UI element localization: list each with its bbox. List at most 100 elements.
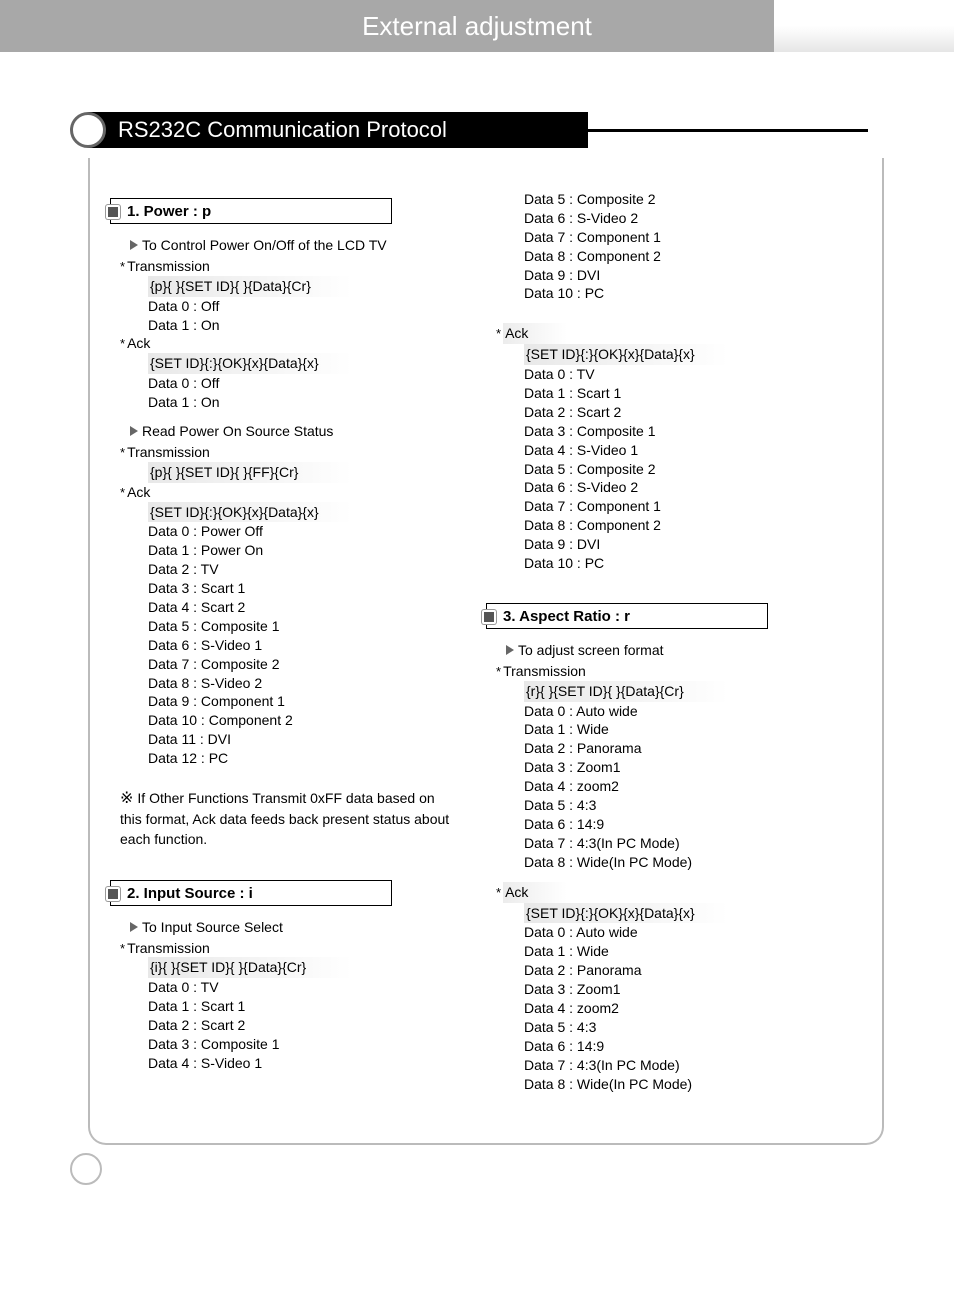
data-line: Data 8 : Wide(In PC Mode) <box>524 1075 842 1094</box>
data-line: Data 1 : On <box>148 393 466 412</box>
data-line: Data 8 : S-Video 2 <box>148 674 466 693</box>
cmd-bullet-icon <box>482 610 496 624</box>
data-line: Data 9 : DVI <box>524 266 842 285</box>
data-line: Data 2 : Panorama <box>524 739 842 758</box>
cmd-header-aspect: 3. Aspect Ratio : r <box>486 603 768 629</box>
data-line: Data 7 : 4:3(In PC Mode) <box>524 834 842 853</box>
data-line: Data 5 : Composite 2 <box>524 190 842 209</box>
cmd-header-input: 2. Input Source : i <box>110 880 392 906</box>
transmission-label: *Transmission <box>120 257 466 276</box>
cmd-desc: To Input Source Select <box>130 918 466 937</box>
data-line: Data 4 : S-Video 1 <box>148 1054 466 1073</box>
footnote: ※If Other Functions Transmit 0xFF data b… <box>120 788 456 850</box>
data-line: Data 12 : PC <box>148 749 466 768</box>
ack-label: *Ack <box>120 483 466 502</box>
right-column: Data 5 : Composite 2 Data 6 : S-Video 2 … <box>486 198 862 1103</box>
data-line: Data 4 : zoom2 <box>524 999 842 1018</box>
data-line: Data 2 : Panorama <box>524 961 842 980</box>
triangle-icon <box>130 922 138 932</box>
data-line: Data 9 : DVI <box>524 535 842 554</box>
data-line: Data 0 : Off <box>148 374 466 393</box>
data-line: Data 10 : PC <box>524 554 842 573</box>
transmission-label: *Transmission <box>496 662 842 681</box>
ack-label: *Ack <box>120 334 466 353</box>
data-line: Data 1 : Scart 1 <box>524 384 842 403</box>
cmd-bullet-icon <box>106 887 120 901</box>
section-title: RS232C Communication Protocol <box>70 112 884 148</box>
data-line: Data 3 : Scart 1 <box>148 579 466 598</box>
data-line: Data 9 : Component 1 <box>148 692 466 711</box>
data-line: Data 3 : Composite 1 <box>524 422 842 441</box>
data-line: Data 7 : Component 1 <box>524 497 842 516</box>
data-line: Data 8 : Wide(In PC Mode) <box>524 853 842 872</box>
section-title-text: RS232C Communication Protocol <box>88 112 588 148</box>
ack-code: {SET ID}{:}{OK}{x}{Data}{x} <box>148 502 352 523</box>
data-line: Data 11 : DVI <box>148 730 466 749</box>
page-number-circle <box>70 1153 102 1185</box>
data-line: Data 2 : Scart 2 <box>524 403 842 422</box>
data-line: Data 7 : Component 1 <box>524 228 842 247</box>
data-line: Data 6 : S-Video 1 <box>148 636 466 655</box>
data-line: Data 4 : S-Video 1 <box>524 441 842 460</box>
data-line: Data 2 : Scart 2 <box>148 1016 466 1035</box>
data-line: Data 5 : Composite 2 <box>524 460 842 479</box>
page-title: External adjustment <box>362 11 592 42</box>
data-line: Data 7 : 4:3(In PC Mode) <box>524 1056 842 1075</box>
content-area: 1. Power : p To Control Power On/Off of … <box>88 158 884 1145</box>
cmd-desc: Read Power On Source Status <box>130 422 466 441</box>
page-body: RS232C Communication Protocol 1. Power :… <box>0 52 954 1205</box>
triangle-icon <box>506 645 514 655</box>
data-line: Data 0 : Auto wide <box>524 923 842 942</box>
ack-code: {SET ID}{:}{OK}{x}{Data}{x} <box>524 344 728 365</box>
data-line: Data 8 : Component 2 <box>524 516 842 535</box>
triangle-icon <box>130 426 138 436</box>
data-line: Data 1 : Wide <box>524 942 842 961</box>
cmd-desc: To adjust screen format <box>506 641 842 660</box>
section-bullet-icon <box>70 112 106 148</box>
cmd-header-label: 1. Power : p <box>111 203 211 220</box>
ack-code: {SET ID}{:}{OK}{x}{Data}{x} <box>148 353 352 374</box>
transmission-code: {r}{ }{SET ID}{ }{Data}{Cr} <box>524 681 728 702</box>
cmd-header-power: 1. Power : p <box>110 198 392 224</box>
data-line: Data 1 : On <box>148 316 466 335</box>
ack-code: {SET ID}{:}{OK}{x}{Data}{x} <box>524 903 728 924</box>
transmission-code: {p}{ }{SET ID}{ }{FF}{Cr} <box>148 462 352 483</box>
transmission-label: *Transmission <box>120 939 466 958</box>
triangle-icon <box>130 240 138 250</box>
data-line: Data 3 : Zoom1 <box>524 758 842 777</box>
data-line: Data 0 : Off <box>148 297 466 316</box>
data-line: Data 1 : Power On <box>148 541 466 560</box>
ack-label: *Ack <box>496 323 842 344</box>
transmission-label: *Transmission <box>120 443 466 462</box>
data-line: Data 6 : 14:9 <box>524 815 842 834</box>
cmd-header-label: 2. Input Source : i <box>111 885 253 902</box>
data-line: Data 0 : TV <box>148 978 466 997</box>
ack-label: *Ack <box>496 882 842 903</box>
data-line: Data 4 : zoom2 <box>524 777 842 796</box>
data-line: Data 0 : Auto wide <box>524 702 842 721</box>
data-line: Data 4 : Scart 2 <box>148 598 466 617</box>
data-line: Data 1 : Scart 1 <box>148 997 466 1016</box>
cmd-desc: To Control Power On/Off of the LCD TV <box>130 236 466 255</box>
data-line: Data 8 : Component 2 <box>524 247 842 266</box>
data-line: Data 6 : 14:9 <box>524 1037 842 1056</box>
page-header: External adjustment <box>0 0 954 52</box>
data-line: Data 10 : Component 2 <box>148 711 466 730</box>
data-line: Data 0 : Power Off <box>148 522 466 541</box>
data-line: Data 10 : PC <box>524 284 842 303</box>
left-column: 1. Power : p To Control Power On/Off of … <box>110 198 486 1103</box>
data-line: Data 6 : S-Video 2 <box>524 478 842 497</box>
data-line: Data 5 : Composite 1 <box>148 617 466 636</box>
data-line: Data 6 : S-Video 2 <box>524 209 842 228</box>
data-line: Data 5 : 4:3 <box>524 796 842 815</box>
transmission-code: {i}{ }{SET ID}{ }{Data}{Cr} <box>148 957 352 978</box>
cmd-bullet-icon <box>106 205 120 219</box>
data-line: Data 3 : Composite 1 <box>148 1035 466 1054</box>
data-line: Data 0 : TV <box>524 365 842 384</box>
data-line: Data 3 : Zoom1 <box>524 980 842 999</box>
data-line: Data 1 : Wide <box>524 720 842 739</box>
data-line: Data 5 : 4:3 <box>524 1018 842 1037</box>
transmission-code: {p}{ }{SET ID}{ }{Data}{Cr} <box>148 276 352 297</box>
data-line: Data 2 : TV <box>148 560 466 579</box>
cmd-header-label: 3. Aspect Ratio : r <box>487 608 630 625</box>
